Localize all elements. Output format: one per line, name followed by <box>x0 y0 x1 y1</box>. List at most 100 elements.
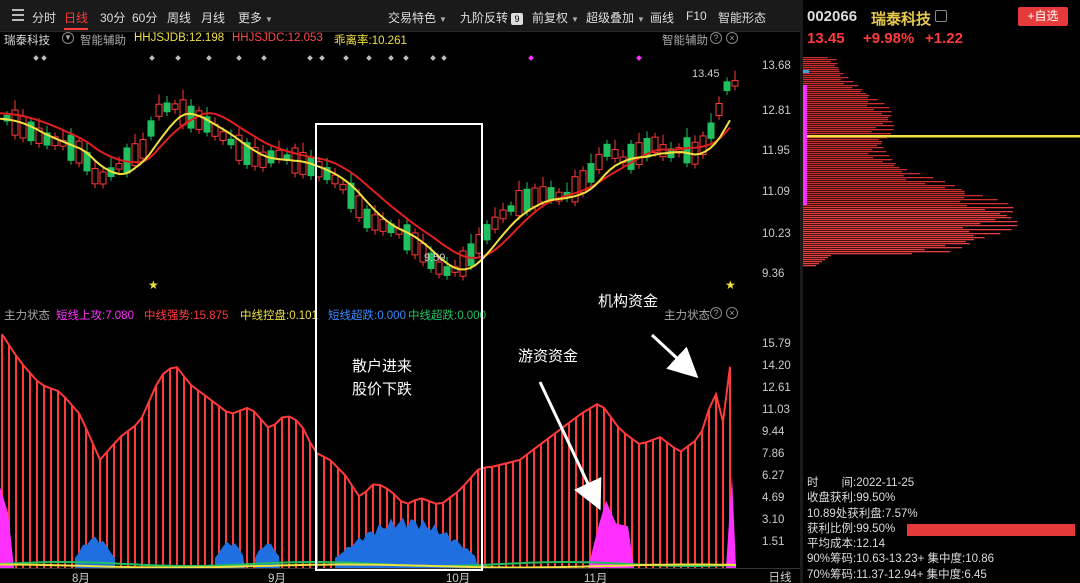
signal-dot <box>528 55 534 61</box>
chip-bar <box>803 209 985 211</box>
candle-body <box>179 99 187 126</box>
candle-body <box>139 139 147 159</box>
chevron-down-icon: ▼ <box>439 15 447 24</box>
more-label: 更多 <box>238 11 263 25</box>
price-axis-label: 12.81 <box>762 105 791 117</box>
tab-intraday[interactable]: 分时 <box>32 9 56 26</box>
chip-bar <box>803 233 1001 235</box>
draw-line-button[interactable]: 画线 <box>650 9 674 26</box>
signal-dot <box>430 55 436 61</box>
close-icon[interactable]: × <box>726 32 738 44</box>
signal-dot <box>41 55 47 61</box>
chip-bar <box>803 63 838 65</box>
help-icon[interactable]: ? <box>710 32 722 44</box>
chip-bar <box>803 83 845 85</box>
candle-body <box>67 134 75 161</box>
price-axis: 13.68 12.81 11.95 11.09 10.23 9.36 <box>760 46 800 306</box>
chip-bar <box>803 205 967 207</box>
chip-bar <box>803 109 875 111</box>
signal-dot <box>319 55 325 61</box>
chip-bar <box>803 217 1012 219</box>
indicator-axis-label: 6.27 <box>762 470 785 482</box>
chip-bar <box>803 125 895 127</box>
signal-dot <box>403 55 409 61</box>
chip-bar <box>803 129 894 131</box>
toolbar: 分时 日线 30分 60分 周线 月线 更多 ▼ 交易特色 ▼ 九阶反转 9 前复权 ▼… <box>0 0 800 32</box>
chip-bar <box>803 73 844 75</box>
x-label: 11月 <box>584 573 608 583</box>
chip-bar <box>803 59 837 61</box>
f10-button[interactable]: F10 <box>686 9 707 23</box>
candle-body <box>723 81 731 92</box>
smart-pattern-button[interactable]: 智能形态 <box>718 9 766 26</box>
close-icon[interactable]: × <box>726 307 738 319</box>
candle-body <box>515 190 523 217</box>
star-icon: ★ <box>725 278 736 292</box>
signal-dot <box>307 55 313 61</box>
chip-bar <box>803 255 831 257</box>
trade-features-menu[interactable]: 交易特色 ▼ <box>388 9 447 26</box>
chip-bar <box>803 127 877 129</box>
chip-top-marker <box>803 70 809 73</box>
chip-bar <box>803 87 853 89</box>
chip-bar <box>803 97 868 99</box>
chip-bar <box>803 95 870 97</box>
chip-bar <box>803 261 822 263</box>
chip-bar <box>803 193 965 195</box>
share-icon[interactable] <box>935 10 947 22</box>
indicator-axis-label: 3.10 <box>762 514 785 526</box>
tab-30min[interactable]: 30分 <box>100 9 125 26</box>
chip-bar <box>803 191 965 193</box>
adjust-menu[interactable]: 前复权 ▼ <box>532 9 579 26</box>
help-icon[interactable]: ? <box>710 307 722 319</box>
candle-body <box>19 115 27 139</box>
signal-dot <box>236 55 242 61</box>
candle-body <box>715 103 723 117</box>
signal-dot <box>366 55 372 61</box>
tab-60min[interactable]: 60分 <box>132 9 157 26</box>
candle-body <box>227 138 235 146</box>
chip-bar <box>803 105 868 107</box>
tab-monthly[interactable]: 月线 <box>201 9 225 26</box>
chip-bar <box>803 245 946 247</box>
chip-bar <box>803 207 1014 209</box>
tab-daily[interactable]: 日线 <box>64 9 89 30</box>
candle-body <box>75 140 83 164</box>
chip-bar <box>803 163 896 165</box>
annotation-retail-in: 散户进来 <box>352 358 413 375</box>
chip-bar <box>803 181 946 183</box>
menu-icon[interactable] <box>12 9 24 21</box>
chip-bar <box>803 197 965 199</box>
add-watchlist-button[interactable]: +自选 <box>1018 7 1068 26</box>
chip-bar <box>803 243 970 245</box>
candle-body <box>491 216 499 230</box>
chip-bar <box>803 189 962 191</box>
chip-bar <box>803 211 1013 213</box>
win-ratio-text: 获利比例:99.50% <box>807 522 896 535</box>
chip-bar <box>803 111 892 113</box>
chip-bar <box>803 119 889 121</box>
nine-badge: 9 <box>511 13 524 25</box>
chip-bar <box>803 133 892 135</box>
chip-bar <box>803 263 819 265</box>
jdb-value: HHJSJDB:12.198 <box>134 32 225 44</box>
annotation-hot-money: 游资资金 <box>518 348 579 365</box>
tab-weekly[interactable]: 周线 <box>167 9 191 26</box>
chevron-down-icon[interactable]: ▼ <box>62 32 74 44</box>
chip-bar <box>803 157 874 159</box>
chip-bar <box>803 117 889 119</box>
chip-bar <box>803 219 996 221</box>
candle-body <box>635 142 643 166</box>
chip-bar <box>803 159 893 161</box>
indicator-axis: 15.79 14.20 12.61 11.03 9.44 7.86 6.27 4.69 3.10… <box>760 320 800 568</box>
short-attack-area <box>0 487 14 568</box>
candle-body <box>603 143 611 157</box>
nine-reversal-button[interactable]: 九阶反转 9 <box>460 9 524 26</box>
stock-name: 瑞泰科技 <box>871 11 932 28</box>
chip-bar <box>803 199 998 201</box>
price-axis-label: 13.68 <box>762 60 791 72</box>
chip-distribution <box>803 57 1080 267</box>
overlay-menu[interactable]: 超级叠加 ▼ <box>586 9 645 26</box>
more-menu[interactable]: 更多 ▼ <box>238 9 273 26</box>
chip-bar <box>803 145 878 147</box>
